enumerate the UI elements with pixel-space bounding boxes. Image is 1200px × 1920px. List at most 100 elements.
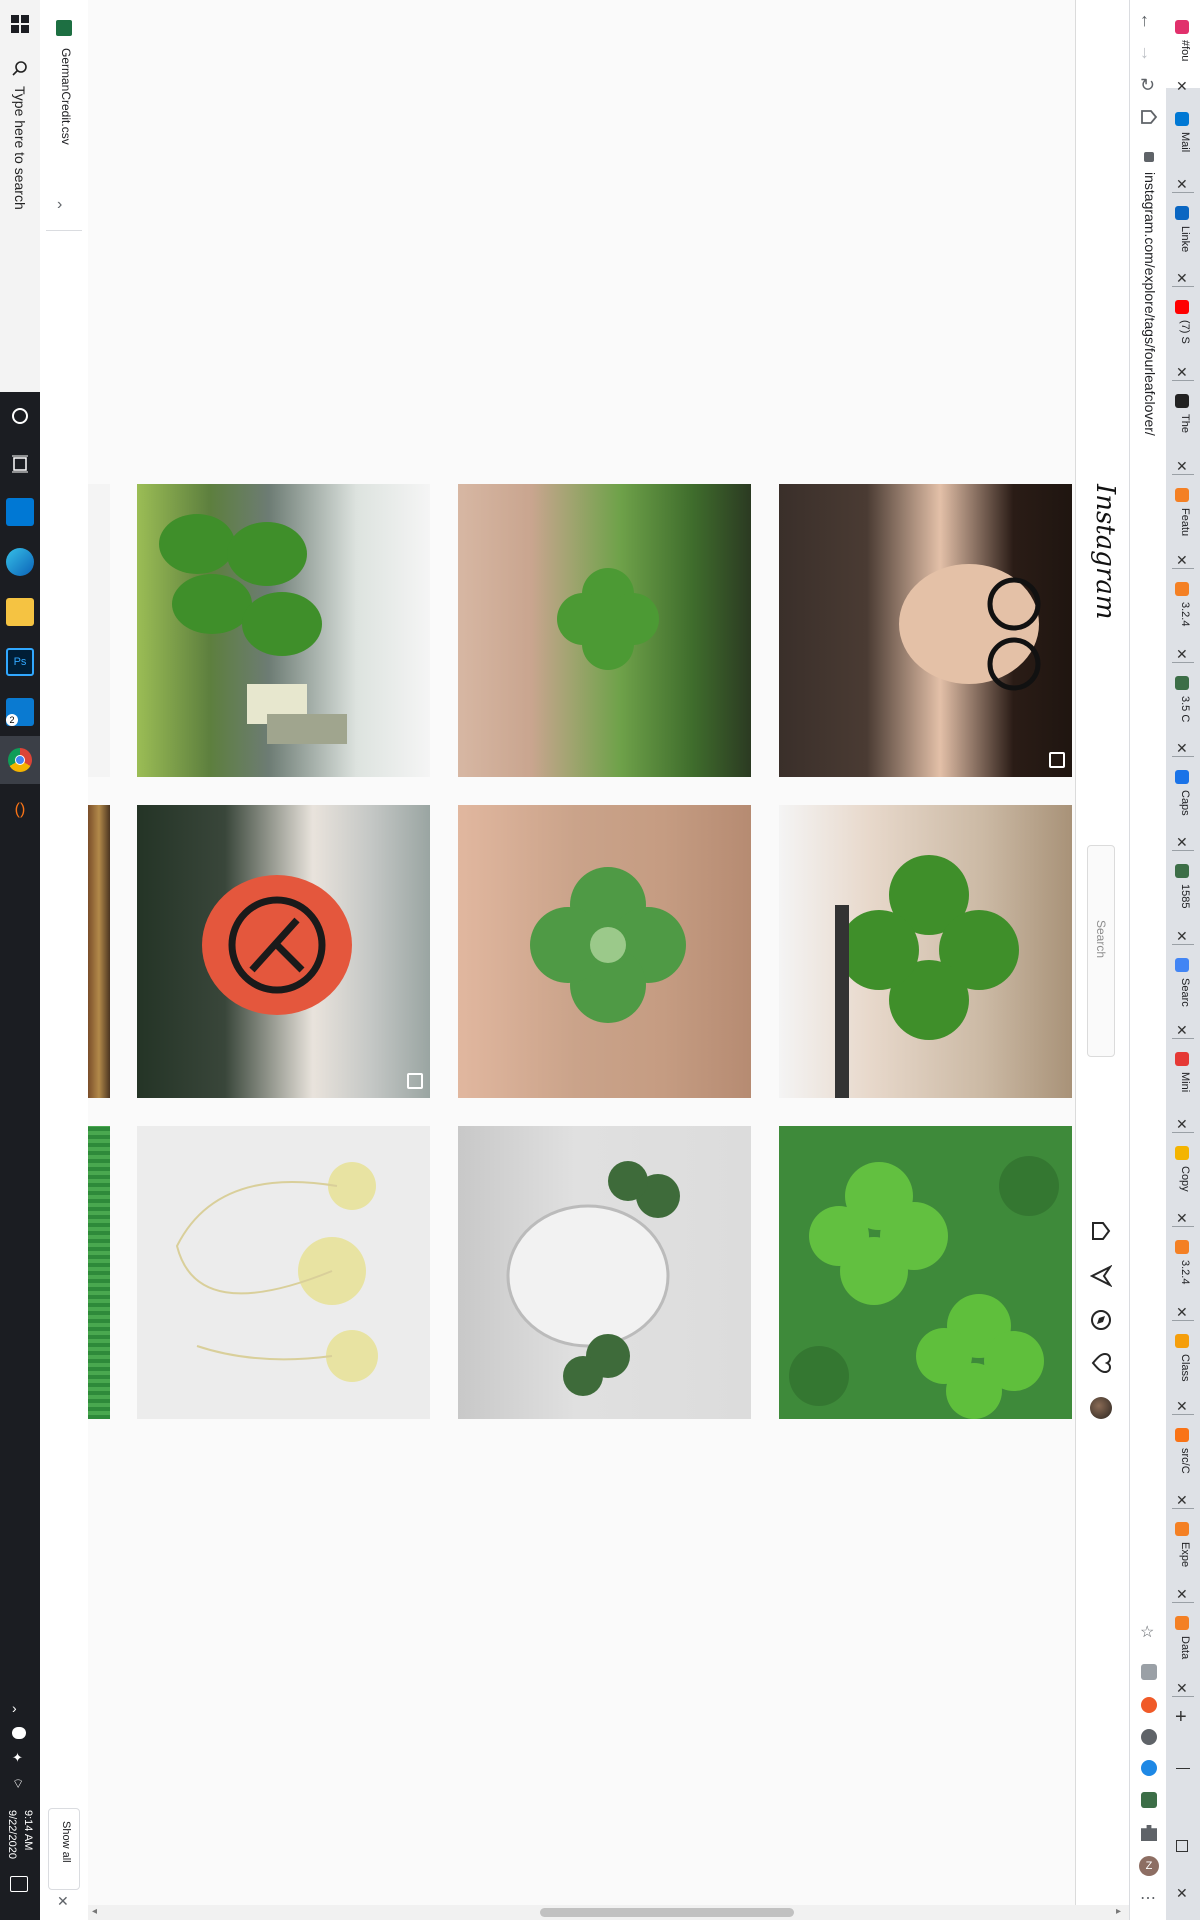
tab-close-icon[interactable]: ✕ (1176, 1680, 1188, 1697)
network-icon[interactable]: ⌔ (12, 1776, 24, 1792)
bookmark-star-icon[interactable]: ☆ (1140, 1622, 1154, 1642)
search-box[interactable]: Search (1087, 845, 1115, 1057)
tab[interactable]: Mini ✕ (1166, 1040, 1200, 1134)
onedrive-icon[interactable] (12, 1727, 26, 1739)
tab-close-icon[interactable]: ✕ (1176, 1304, 1188, 1321)
explore-icon[interactable] (1090, 1309, 1112, 1331)
post-tile[interactable] (458, 484, 751, 777)
tab[interactable]: 3.2.4 ✕ (1166, 570, 1200, 664)
partial-tile[interactable] (88, 484, 110, 777)
task-view-icon[interactable] (6, 450, 34, 478)
activity-icon[interactable] (1090, 1352, 1112, 1374)
tab-close-icon[interactable]: ✕ (1176, 552, 1188, 569)
forward-arrow-icon[interactable]: ↓ (1140, 42, 1149, 63)
notification-icon[interactable] (10, 1876, 28, 1892)
extensions-puzzle-icon[interactable] (1141, 1825, 1157, 1841)
tab-close-icon[interactable]: ✕ (1176, 646, 1188, 663)
menu-icon[interactable]: ⋯ (1140, 1888, 1156, 1908)
tab[interactable]: Linke ✕ (1166, 194, 1200, 288)
profile-icon[interactable]: Z (1139, 1856, 1159, 1876)
chrome-taskbar-active[interactable] (0, 736, 40, 784)
brackets-icon[interactable]: () (6, 796, 34, 824)
tab-close-icon[interactable]: ✕ (1176, 1586, 1188, 1603)
tab-close-icon[interactable]: ✕ (1176, 78, 1188, 95)
post-tile[interactable] (779, 484, 1072, 777)
post-tile[interactable] (458, 805, 751, 1098)
tab[interactable]: Searc ✕ (1166, 946, 1200, 1040)
scroll-left-arrow-icon[interactable]: ◂ (92, 1906, 97, 1917)
tab[interactable]: 3.5 C ✕ (1166, 664, 1200, 758)
tab[interactable]: Featu ✕ (1166, 476, 1200, 570)
tab-close-icon[interactable]: ✕ (1176, 458, 1188, 475)
post-tile[interactable] (137, 484, 430, 777)
tab[interactable]: src/C ✕ (1166, 1416, 1200, 1510)
partial-tile[interactable] (88, 1126, 110, 1419)
tab-close-icon[interactable]: ✕ (1176, 1210, 1188, 1227)
clock-date[interactable]: 9/22/2020 (6, 1810, 18, 1859)
downloads-close-icon[interactable]: ✕ (57, 1893, 69, 1910)
tab-close-icon[interactable]: ✕ (1176, 1492, 1188, 1509)
download-item-chevron-icon[interactable]: › (57, 196, 62, 214)
instagram-logo[interactable]: Instagram (1090, 484, 1120, 620)
extension-icon[interactable] (1141, 1664, 1157, 1680)
reload-icon[interactable]: ↻ (1140, 75, 1155, 96)
tab-close-icon[interactable]: ✕ (1176, 1116, 1188, 1133)
start-button[interactable] (10, 14, 30, 34)
post-tile[interactable] (779, 805, 1072, 1098)
tab[interactable]: #fou ✕ (1166, 0, 1200, 94)
post-tile[interactable] (137, 1126, 430, 1419)
extension-icon[interactable] (1141, 1760, 1157, 1776)
tab-close-icon[interactable]: ✕ (1176, 1022, 1188, 1039)
home-button-icon[interactable] (1140, 108, 1158, 126)
edge-icon[interactable] (6, 548, 34, 576)
tab-close-icon[interactable]: ✕ (1176, 928, 1188, 945)
dropbox-icon[interactable]: ✦ (12, 1750, 23, 1766)
scrollbar-thumb[interactable] (540, 1908, 794, 1917)
cortana-icon[interactable] (6, 402, 34, 430)
tab[interactable]: The ✕ (1166, 382, 1200, 476)
tab-close-icon[interactable]: ✕ (1176, 364, 1188, 381)
tab[interactable]: Data ✕ (1166, 1604, 1200, 1698)
clock-time[interactable]: 9:14 AM (22, 1810, 34, 1850)
tab[interactable]: Caps ✕ (1166, 758, 1200, 852)
new-tab-button[interactable]: + (1175, 1706, 1187, 1729)
post-tile[interactable] (458, 1126, 751, 1419)
tab-close-icon[interactable]: ✕ (1176, 1398, 1188, 1415)
tab[interactable]: Expe ✕ (1166, 1510, 1200, 1604)
address-bar-url[interactable]: instagram.com/explore/tags/fourleafclove… (1142, 172, 1158, 436)
download-item-filename[interactable]: GermanCredit.csv (59, 48, 73, 145)
close-window-button[interactable]: ✕ (1176, 1885, 1188, 1902)
vscode-icon[interactable]: 2 (6, 698, 34, 726)
photoshop-icon[interactable]: Ps (6, 648, 34, 676)
show-hidden-icons[interactable]: › (12, 1700, 17, 1716)
profile-avatar[interactable] (1090, 1397, 1112, 1419)
tab-close-icon[interactable]: ✕ (1176, 270, 1188, 287)
tab[interactable]: Mail ✕ (1166, 100, 1200, 194)
post-tile[interactable] (137, 805, 430, 1098)
tab[interactable]: 1585 ✕ (1166, 852, 1200, 946)
horizontal-scrollbar[interactable]: ◂ ▸ (88, 1905, 1129, 1920)
file-explorer-icon[interactable] (6, 598, 34, 626)
tab[interactable]: Copy ✕ (1166, 1134, 1200, 1228)
extension-icon[interactable] (1141, 1729, 1157, 1745)
direct-icon[interactable] (1089, 1264, 1113, 1288)
tab[interactable]: 3.2.4 ✕ (1166, 1228, 1200, 1322)
show-all-button[interactable]: Show all (48, 1808, 80, 1890)
tab-close-icon[interactable]: ✕ (1176, 834, 1188, 851)
tab-close-icon[interactable]: ✕ (1176, 740, 1188, 757)
scroll-right-arrow-icon[interactable]: ▸ (1116, 1906, 1121, 1917)
back-arrow-icon[interactable]: ↑ (1140, 10, 1149, 31)
extension-icon[interactable] (1141, 1792, 1157, 1808)
post-tile[interactable] (779, 1126, 1072, 1419)
minimize-button[interactable] (1176, 1768, 1190, 1769)
partial-tile[interactable] (88, 805, 110, 1098)
tab-favicon-icon (1175, 1334, 1189, 1348)
tab[interactable]: Class ✕ (1166, 1322, 1200, 1416)
store-icon[interactable] (6, 498, 34, 526)
home-icon[interactable] (1090, 1220, 1112, 1242)
tab[interactable]: (7) S ✕ (1166, 288, 1200, 382)
extension-icon[interactable] (1141, 1697, 1157, 1713)
tab-close-icon[interactable]: ✕ (1176, 176, 1188, 193)
taskbar-search-box[interactable]: Type here to search (0, 0, 41, 392)
restore-button[interactable] (1176, 1840, 1188, 1852)
